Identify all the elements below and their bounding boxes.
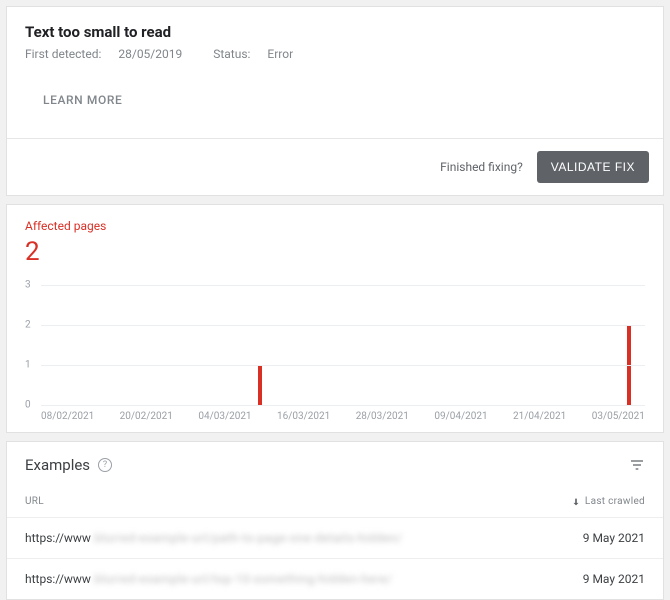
learn-more-row: LEARN MORE: [25, 89, 645, 124]
help-icon[interactable]: ?: [98, 458, 112, 472]
affected-chart: 3210: [25, 285, 645, 405]
chart-x-tick: 20/02/2021: [120, 411, 173, 422]
chart-gridline: [41, 285, 645, 286]
header-top: Text too small to read First detected: 2…: [7, 7, 663, 138]
chart-gridline: [41, 405, 645, 406]
example-row[interactable]: https://www.blurred-example-url/path-to-…: [7, 517, 663, 558]
chart-gridline: [41, 365, 645, 366]
example-row[interactable]: https://www.blurred-example-url/top-10-s…: [7, 558, 663, 599]
chart-x-axis: 08/02/2021 20/02/2021 04/03/2021 16/03/2021…: [25, 411, 645, 422]
chart-y-tick: 2: [25, 320, 39, 331]
finished-fixing-label: Finished fixing?: [440, 160, 523, 174]
chart-gridline: [41, 325, 645, 326]
examples-header: Examples ?: [7, 442, 663, 486]
example-url: https://www.blurred-example-url/path-to-…: [25, 531, 402, 545]
chart-x-tick: 04/03/2021: [198, 411, 251, 422]
issue-meta: First detected: 28/05/2019 Status: Error: [25, 47, 645, 61]
examples-rows: https://www.blurred-example-url/path-to-…: [7, 517, 663, 599]
chart-x-tick: 21/04/2021: [513, 411, 566, 422]
issue-header-card: Text too small to read First detected: 2…: [6, 6, 664, 196]
filter-icon[interactable]: [629, 457, 645, 473]
sort-desc-icon: [571, 497, 581, 507]
learn-more-link[interactable]: LEARN MORE: [43, 93, 122, 107]
affected-pages-count: 2: [25, 237, 645, 267]
chart-x-tick: 09/04/2021: [434, 411, 487, 422]
validate-fix-button[interactable]: VALIDATE FIX: [537, 151, 649, 183]
examples-title: Examples: [25, 456, 90, 474]
affected-pages-label: Affected pages: [25, 219, 645, 233]
chart-x-tick: 16/03/2021: [277, 411, 330, 422]
examples-columns: URL Last crawled: [7, 486, 663, 517]
example-url: https://www.blurred-example-url/top-10-s…: [25, 572, 392, 586]
col-url[interactable]: URL: [25, 496, 44, 507]
chart-y-tick: 3: [25, 280, 39, 291]
chart-y-tick: 0: [25, 400, 39, 411]
chart-y-tick: 1: [25, 360, 39, 371]
example-crawled: 9 May 2021: [583, 531, 645, 545]
chart-x-tick: 28/03/2021: [356, 411, 409, 422]
validate-row: Finished fixing? VALIDATE FIX: [7, 139, 663, 195]
examples-card: Examples ? URL Last crawled https://www.…: [6, 441, 664, 600]
first-detected: First detected: 28/05/2019: [25, 47, 199, 61]
chart-bar: [258, 365, 262, 405]
chart-x-tick: 08/02/2021: [41, 411, 94, 422]
status: Status: Error: [213, 47, 307, 61]
col-last-crawled[interactable]: Last crawled: [571, 496, 645, 507]
example-crawled: 9 May 2021: [583, 572, 645, 586]
chart-x-tick: 03/05/2021: [592, 411, 645, 422]
issue-title: Text too small to read: [25, 23, 645, 41]
affected-pages-card: Affected pages 2 3 2 1 0 08/02/2021 20/02/20…: [6, 204, 664, 433]
chart-bars: [41, 285, 645, 405]
